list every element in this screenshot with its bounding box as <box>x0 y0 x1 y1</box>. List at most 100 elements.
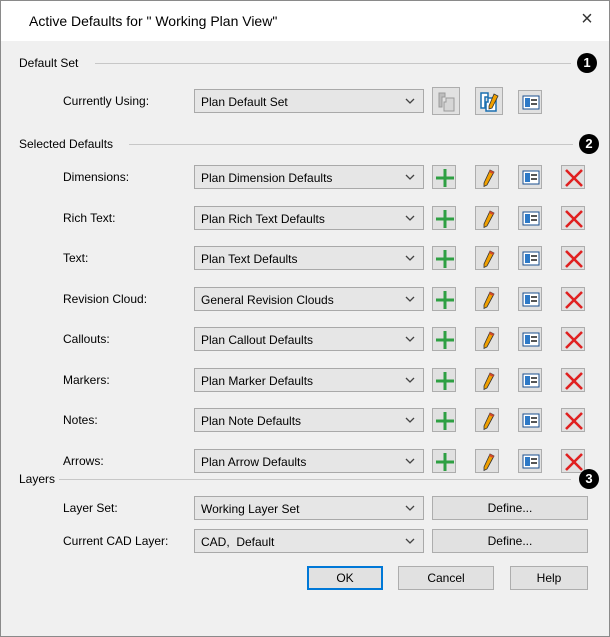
delete-icon <box>565 331 583 349</box>
revisioncloud-delete-button[interactable] <box>561 287 585 311</box>
callouts-edit-button[interactable] <box>475 327 499 351</box>
arrows-add-button[interactable] <box>432 449 456 473</box>
chevron-down-icon <box>405 458 415 464</box>
revisioncloud-edit-button[interactable] <box>475 287 499 311</box>
properties-icon <box>522 251 540 266</box>
notes-value: Plan Note Defaults <box>201 414 302 428</box>
notes-delete-button[interactable] <box>561 408 585 432</box>
current-cad-layer-select[interactable]: CAD, Default <box>194 529 424 553</box>
text-label: Text: <box>63 251 89 265</box>
arrows-select[interactable]: Plan Arrow Defaults <box>194 449 424 473</box>
notes-edit-button[interactable] <box>475 408 499 432</box>
edit-pencil-icon <box>483 250 495 269</box>
text-delete-button[interactable] <box>561 246 585 270</box>
current-cad-layer-label: Current CAD Layer: <box>63 534 169 548</box>
chevron-down-icon <box>405 377 415 383</box>
default-set-properties-button[interactable] <box>518 90 542 114</box>
richtext-properties-button[interactable] <box>518 206 542 230</box>
dialog-body: Default Set 1 Currently Using: Plan Defa… <box>1 41 609 636</box>
add-icon <box>436 453 454 471</box>
dimensions-edit-button[interactable] <box>475 165 499 189</box>
notes-add-button[interactable] <box>432 408 456 432</box>
currently-using-select[interactable]: Plan Default Set <box>194 89 424 113</box>
dimensions-add-button[interactable] <box>432 165 456 189</box>
layer-set-select[interactable]: Working Layer Set <box>194 496 424 520</box>
edit-default-set-icon <box>480 92 499 112</box>
revisioncloud-value: General Revision Clouds <box>201 293 334 307</box>
edit-pencil-icon <box>483 291 495 310</box>
arrows-edit-button[interactable] <box>475 449 499 473</box>
ok-button[interactable]: OK <box>307 566 383 590</box>
section-divider <box>129 144 573 145</box>
callouts-properties-button[interactable] <box>518 327 542 351</box>
edit-pencil-icon <box>483 412 495 431</box>
callouts-value: Plan Callout Defaults <box>201 333 314 347</box>
revisioncloud-add-button[interactable] <box>432 287 456 311</box>
dimensions-select[interactable]: Plan Dimension Defaults <box>194 165 424 189</box>
richtext-add-button[interactable] <box>432 206 456 230</box>
cancel-button[interactable]: Cancel <box>398 566 494 590</box>
arrows-value: Plan Arrow Defaults <box>201 455 307 469</box>
properties-icon <box>522 454 540 469</box>
revisioncloud-label: Revision Cloud: <box>63 292 148 306</box>
markers-delete-button[interactable] <box>561 368 585 392</box>
default-set-heading: Default Set <box>19 56 79 70</box>
dimensions-delete-button[interactable] <box>561 165 585 189</box>
properties-icon <box>522 292 540 307</box>
section-divider <box>95 63 571 64</box>
richtext-value: Plan Rich Text Defaults <box>201 212 325 226</box>
copy-default-set-button[interactable] <box>432 87 460 115</box>
richtext-edit-button[interactable] <box>475 206 499 230</box>
markers-edit-button[interactable] <box>475 368 499 392</box>
help-button[interactable]: Help <box>510 566 588 590</box>
layer-set-value: Working Layer Set <box>201 502 300 516</box>
revisioncloud-properties-button[interactable] <box>518 287 542 311</box>
close-icon[interactable]: × <box>575 7 599 31</box>
chevron-down-icon <box>405 255 415 261</box>
notes-properties-button[interactable] <box>518 408 542 432</box>
richtext-select[interactable]: Plan Rich Text Defaults <box>194 206 424 230</box>
define-layer-set-button[interactable]: Define... <box>432 496 588 520</box>
text-value: Plan Text Defaults <box>201 252 298 266</box>
active-defaults-dialog: Active Defaults for " Working Plan View"… <box>0 0 610 637</box>
markers-value: Plan Marker Defaults <box>201 374 314 388</box>
define-cad-layer-button[interactable]: Define... <box>432 529 588 553</box>
text-properties-button[interactable] <box>518 246 542 270</box>
markers-properties-button[interactable] <box>518 368 542 392</box>
revisioncloud-select[interactable]: General Revision Clouds <box>194 287 424 311</box>
callout-badge-3: 3 <box>579 469 599 489</box>
chevron-down-icon <box>405 174 415 180</box>
add-icon <box>436 412 454 430</box>
edit-pencil-icon <box>483 331 495 350</box>
arrows-delete-button[interactable] <box>561 449 585 473</box>
properties-icon <box>522 170 540 185</box>
callouts-label: Callouts: <box>63 332 110 346</box>
callouts-add-button[interactable] <box>432 327 456 351</box>
delete-icon <box>565 412 583 430</box>
add-icon <box>436 372 454 390</box>
text-select[interactable]: Plan Text Defaults <box>194 246 424 270</box>
delete-icon <box>565 453 583 471</box>
markers-select[interactable]: Plan Marker Defaults <box>194 368 424 392</box>
richtext-delete-button[interactable] <box>561 206 585 230</box>
layers-heading: Layers <box>19 472 56 486</box>
edit-pencil-icon <box>483 372 495 391</box>
notes-select[interactable]: Plan Note Defaults <box>194 408 424 432</box>
current-cad-layer-value: CAD, Default <box>201 535 275 549</box>
properties-icon <box>522 413 540 428</box>
text-add-button[interactable] <box>432 246 456 270</box>
callout-badge-2: 2 <box>579 134 599 154</box>
callouts-delete-button[interactable] <box>561 327 585 351</box>
arrows-label: Arrows: <box>63 454 104 468</box>
markers-add-button[interactable] <box>432 368 456 392</box>
dimensions-label: Dimensions: <box>63 170 130 184</box>
currently-using-label: Currently Using: <box>63 94 150 108</box>
edit-pencil-icon <box>483 210 495 229</box>
dimensions-properties-button[interactable] <box>518 165 542 189</box>
chevron-down-icon <box>405 505 415 511</box>
callouts-select[interactable]: Plan Callout Defaults <box>194 327 424 351</box>
text-edit-button[interactable] <box>475 246 499 270</box>
edit-pencil-icon <box>483 453 495 472</box>
arrows-properties-button[interactable] <box>518 449 542 473</box>
edit-default-set-button[interactable] <box>475 87 503 115</box>
